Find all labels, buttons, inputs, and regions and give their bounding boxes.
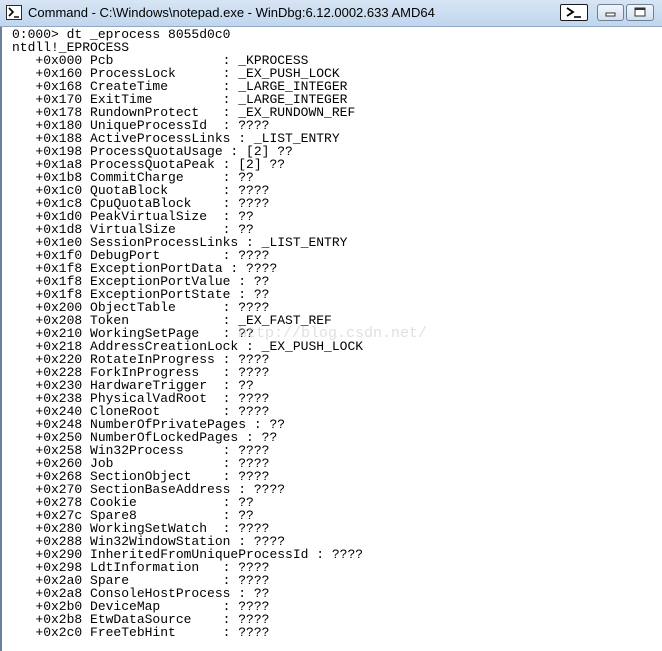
- window-title: Command - C:\Windows\notepad.exe - WinDb…: [28, 5, 435, 20]
- output-line: +0x2c0 FreeTebHint : ????: [12, 625, 270, 640]
- console-button[interactable]: [560, 4, 588, 21]
- title-bar[interactable]: Command - C:\Windows\notepad.exe - WinDb…: [0, 0, 662, 27]
- command-output-pane[interactable]: 0:000> dt _eprocess 8055d0c0 ntdll!_EPROC…: [0, 27, 662, 651]
- windbg-command-window: Command - C:\Windows\notepad.exe - WinDb…: [0, 0, 662, 651]
- minimize-button[interactable]: [597, 4, 624, 21]
- output-lines: 0:000> dt _eprocess 8055d0c0 ntdll!_EPROC…: [12, 28, 363, 639]
- command-window-icon: [6, 5, 22, 20]
- maximize-button[interactable]: [626, 4, 654, 21]
